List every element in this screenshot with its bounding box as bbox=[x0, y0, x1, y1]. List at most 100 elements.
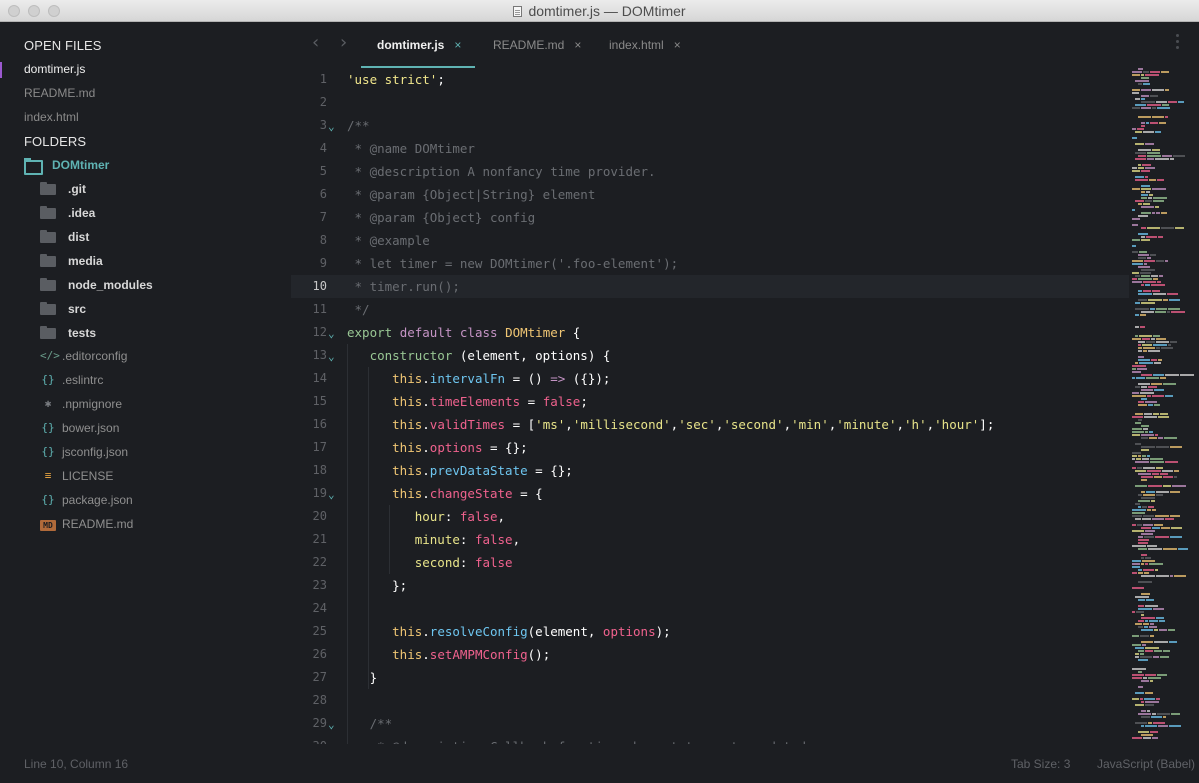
open-file-readme-md[interactable]: README.md bbox=[24, 86, 95, 100]
code-line[interactable]: 8 * @example bbox=[291, 229, 1129, 252]
line-number: 9 bbox=[319, 256, 327, 270]
code-line[interactable]: 24 bbox=[291, 597, 1129, 620]
folder-idea[interactable]: .idea bbox=[40, 205, 95, 221]
code-text: this.intervalFn = () => ({}); bbox=[347, 367, 610, 390]
syntax-selector[interactable]: JavaScript (Babel) bbox=[1097, 757, 1195, 771]
folder-node-modules[interactable]: node_modules bbox=[40, 277, 153, 293]
code-line[interactable]: 4 * @name DOMtimer bbox=[291, 137, 1129, 160]
minimap-mark bbox=[1132, 467, 1136, 469]
minimap-mark bbox=[1135, 362, 1138, 364]
minimap-mark bbox=[1156, 494, 1163, 496]
minimap-mark bbox=[1135, 656, 1139, 658]
tab-label: domtimer.js bbox=[377, 38, 445, 52]
tab-index-html[interactable]: index.html × bbox=[609, 38, 681, 52]
minimap-mark bbox=[1165, 461, 1178, 463]
code-line[interactable]: 18 this.prevDataState = {}; bbox=[291, 459, 1129, 482]
code-line[interactable]: 29 ⌄ /** bbox=[291, 712, 1129, 735]
code-line[interactable]: 16 this.validTimes = ['ms','millisecond'… bbox=[291, 413, 1129, 436]
file-npmignore[interactable]: ✱ .npmignore bbox=[40, 396, 122, 412]
folder-git[interactable]: .git bbox=[40, 181, 86, 197]
file-eslintrc[interactable]: {} .eslintrc bbox=[40, 372, 103, 388]
folder-media[interactable]: media bbox=[40, 253, 103, 269]
minimap-mark bbox=[1141, 197, 1147, 199]
minimap-mark bbox=[1132, 611, 1135, 613]
chevron-right-icon[interactable]: › bbox=[340, 32, 347, 53]
code-line[interactable]: 25 this.resolveConfig(element, options); bbox=[291, 620, 1129, 643]
minimap-mark bbox=[1141, 641, 1153, 643]
line-number: 29 bbox=[312, 716, 327, 730]
code-line[interactable]: 11 */ bbox=[291, 298, 1129, 321]
code-text: this.resolveConfig(element, options); bbox=[347, 620, 671, 643]
minimap-mark bbox=[1141, 170, 1150, 172]
minimap-mark bbox=[1135, 98, 1140, 100]
minimap-mark bbox=[1165, 518, 1174, 520]
code-line[interactable]: 15 this.timeElements = false; bbox=[291, 390, 1129, 413]
code-line[interactable]: 21 minute: false, bbox=[291, 528, 1129, 551]
code-line[interactable]: 2 bbox=[291, 91, 1129, 114]
code-line[interactable]: 17 this.options = {}; bbox=[291, 436, 1129, 459]
code-line[interactable]: 23 }; bbox=[291, 574, 1129, 597]
code-line[interactable]: 5 * @description A nonfancy time provide… bbox=[291, 160, 1129, 183]
folder-tests[interactable]: tests bbox=[40, 325, 96, 341]
minimap-mark bbox=[1150, 71, 1160, 73]
code-line[interactable]: 30 * @description Callback function when… bbox=[291, 735, 1129, 744]
code-line[interactable]: 14 this.intervalFn = () => ({}); bbox=[291, 367, 1129, 390]
code-line[interactable]: 22 second: false bbox=[291, 551, 1129, 574]
minimap-mark bbox=[1142, 455, 1146, 457]
folder-root-domtimer[interactable]: DOMtimer bbox=[24, 157, 109, 175]
code-line[interactable]: 20 hour: false, bbox=[291, 505, 1129, 528]
line-number: 5 bbox=[319, 164, 327, 178]
minimap-mark bbox=[1138, 278, 1152, 280]
code-line[interactable]: 1 'use strict'; bbox=[291, 68, 1129, 91]
code-line[interactable]: 27 } bbox=[291, 666, 1129, 689]
close-icon[interactable]: × bbox=[574, 38, 581, 52]
fold-chevron-icon[interactable]: ⌄ bbox=[328, 483, 335, 506]
open-file-domtimer-js[interactable]: domtimer.js bbox=[24, 62, 85, 76]
code-line[interactable]: 7 * @param {Object} config bbox=[291, 206, 1129, 229]
more-options-icon[interactable] bbox=[1176, 34, 1180, 52]
code-line[interactable]: 3 ⌄ /** bbox=[291, 114, 1129, 137]
fold-chevron-icon[interactable]: ⌄ bbox=[328, 345, 335, 368]
minimap-mark bbox=[1138, 671, 1142, 673]
fold-chevron-icon[interactable]: ⌄ bbox=[328, 115, 335, 138]
minimap-mark bbox=[1163, 716, 1166, 718]
minimap-mark bbox=[1141, 227, 1146, 229]
fold-chevron-icon[interactable]: ⌄ bbox=[328, 713, 335, 736]
file-jsconfig-json[interactable]: {} jsconfig.json bbox=[40, 444, 128, 460]
fold-chevron-icon[interactable]: ⌄ bbox=[328, 322, 335, 345]
code-line[interactable]: 12 ⌄ export default class DOMtimer { bbox=[291, 321, 1129, 344]
code-line[interactable]: 13 ⌄ constructor (element, options) { bbox=[291, 344, 1129, 367]
tab-domtimer-js[interactable]: domtimer.js × bbox=[377, 38, 461, 52]
title-bar: domtimer.js — DOMtimer bbox=[0, 0, 1199, 22]
folder-dist[interactable]: dist bbox=[40, 229, 89, 245]
folder-src[interactable]: src bbox=[40, 301, 86, 317]
minimap-mark bbox=[1156, 341, 1169, 343]
code-line[interactable]: 9 * let timer = new DOMtimer('.foo-eleme… bbox=[291, 252, 1129, 275]
minimap-mark bbox=[1143, 203, 1150, 205]
code-line[interactable]: 26 this.setAMPMConfig(); bbox=[291, 643, 1129, 666]
open-file-index-html[interactable]: index.html bbox=[24, 110, 79, 124]
code-editor[interactable]: 1'use strict'; 2 3 ⌄/** 4 * @name DOMtimer 5 … bbox=[291, 68, 1129, 744]
tab-size-selector[interactable]: Tab Size: 3 bbox=[1011, 757, 1070, 771]
minimap-mark bbox=[1132, 278, 1137, 280]
file-editorconfig[interactable]: </> .editorconfig bbox=[40, 348, 127, 364]
file-package-json[interactable]: {} package.json bbox=[40, 492, 132, 508]
code-line[interactable]: 6 * @param {Object|String} element bbox=[291, 183, 1129, 206]
minimap[interactable] bbox=[1129, 68, 1199, 744]
minimap-mark bbox=[1132, 737, 1142, 739]
tab-readme-md[interactable]: README.md × bbox=[493, 38, 581, 52]
file-bower-json[interactable]: {} bower.json bbox=[40, 420, 119, 436]
file-readme-md[interactable]: MD README.md bbox=[40, 516, 133, 532]
minimap-mark bbox=[1141, 629, 1153, 631]
file-license[interactable]: ≡ LICENSE bbox=[40, 468, 114, 484]
minimap-mark bbox=[1165, 260, 1168, 262]
close-icon[interactable]: × bbox=[674, 38, 681, 52]
minimap-mark bbox=[1161, 212, 1167, 214]
chevron-left-icon[interactable]: ‹ bbox=[312, 32, 319, 53]
code-token: . bbox=[422, 463, 430, 478]
code-line[interactable]: 28 bbox=[291, 689, 1129, 712]
cursor-position[interactable]: Line 10, Column 16 bbox=[24, 757, 128, 771]
code-line[interactable]: 19 ⌄ this.changeState = { bbox=[291, 482, 1129, 505]
close-icon[interactable]: × bbox=[454, 38, 461, 52]
code-line[interactable]: 10 * timer.run(); bbox=[291, 275, 1129, 298]
